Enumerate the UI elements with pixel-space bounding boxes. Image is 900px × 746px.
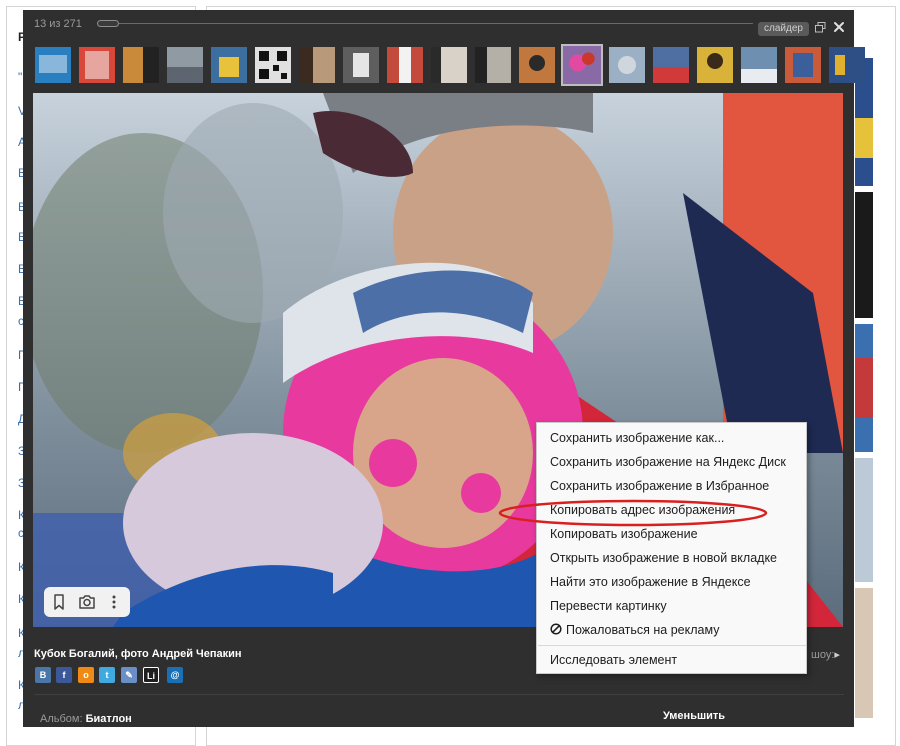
slideshow-link-label: шоу: (811, 649, 835, 661)
bookmark-icon[interactable] (47, 590, 71, 614)
thumbnail[interactable] (343, 47, 379, 83)
odnoklassniki-share-icon[interactable]: о (78, 667, 94, 683)
viewer-topbar: 13 из 271 слайдер (23, 10, 854, 44)
photo-toolbar (44, 587, 130, 617)
slider-track[interactable] (97, 23, 753, 24)
close-icon[interactable] (832, 20, 846, 34)
image-counter: 13 из 271 (34, 18, 82, 30)
vk-share-icon[interactable]: В (35, 667, 51, 683)
slideshow-link[interactable]: шоу:▸ (811, 648, 840, 661)
slider-knob[interactable] (97, 20, 119, 27)
thumbnail[interactable] (35, 47, 71, 83)
menu-item-translate[interactable]: Перевести картинку (550, 599, 667, 613)
thumbnail[interactable] (741, 47, 777, 83)
menu-item-copy-image[interactable]: Копировать изображение (550, 527, 698, 541)
thumbnail-strip (35, 44, 865, 86)
liveinternet-share-icon[interactable]: Li (143, 667, 159, 683)
background-letter: " (18, 70, 23, 84)
pencil-share-icon[interactable]: ✎ (121, 667, 137, 683)
menu-separator (538, 645, 806, 646)
album-label: Альбом: (40, 713, 83, 725)
slider-mode-button[interactable]: слайдер (758, 22, 809, 36)
menu-item-search-yandex[interactable]: Найти это изображение в Яндексе (550, 575, 751, 589)
photo-caption: Кубок Богалий, фото Андрей Чепакин (34, 648, 242, 660)
thumbnail[interactable] (255, 47, 291, 83)
restore-window-icon[interactable] (815, 22, 826, 33)
thumbnail[interactable] (299, 47, 335, 83)
facebook-share-icon[interactable]: f (56, 667, 72, 683)
thumbnail[interactable] (79, 47, 115, 83)
thumbnail[interactable] (123, 47, 159, 83)
camera-icon[interactable] (75, 590, 99, 614)
block-icon (550, 623, 562, 635)
menu-item-report-ad-label: Пожаловаться на рекламу (566, 623, 720, 637)
menu-item-open-new-tab[interactable]: Открыть изображение в новой вкладке (550, 551, 777, 565)
menu-item-save-yandex-disk[interactable]: Сохранить изображение на Яндекс Диск (550, 455, 786, 469)
highlight-ellipse (498, 499, 768, 527)
background-thumbnail-strip (855, 58, 873, 718)
menu-item-inspect[interactable]: Исследовать элемент (550, 653, 677, 667)
thumbnail[interactable] (785, 47, 821, 83)
thumbnail[interactable] (431, 47, 467, 83)
thumbnail-active[interactable] (561, 44, 603, 86)
more-options-icon[interactable] (102, 590, 126, 614)
thumbnail[interactable] (653, 47, 689, 83)
thumbnail[interactable] (211, 47, 247, 83)
thumbnail[interactable] (167, 47, 203, 83)
thumbnail[interactable] (475, 47, 511, 83)
footer-divider (34, 694, 844, 695)
shrink-button[interactable]: Уменьшить (663, 710, 725, 722)
menu-item-save-favorites[interactable]: Сохранить изображение в Избранное (550, 479, 769, 493)
mail-share-icon[interactable]: @ (167, 667, 183, 683)
thumbnail[interactable] (609, 47, 645, 83)
play-arrow-icon: ▸ (834, 649, 840, 661)
menu-item-save-as[interactable]: Сохранить изображение как... (550, 431, 724, 445)
thumbnail[interactable] (697, 47, 733, 83)
album-info: Альбом: Биатлон (40, 713, 132, 725)
menu-item-report-ad[interactable]: Пожаловаться на рекламу (550, 623, 719, 637)
twitter-share-icon[interactable]: t (99, 667, 115, 683)
album-link[interactable]: Биатлон (86, 713, 132, 725)
thumbnail[interactable] (829, 47, 865, 83)
thumbnail[interactable] (387, 47, 423, 83)
context-menu: Сохранить изображение как... Сохранить и… (536, 422, 807, 674)
thumbnail[interactable] (519, 47, 555, 83)
